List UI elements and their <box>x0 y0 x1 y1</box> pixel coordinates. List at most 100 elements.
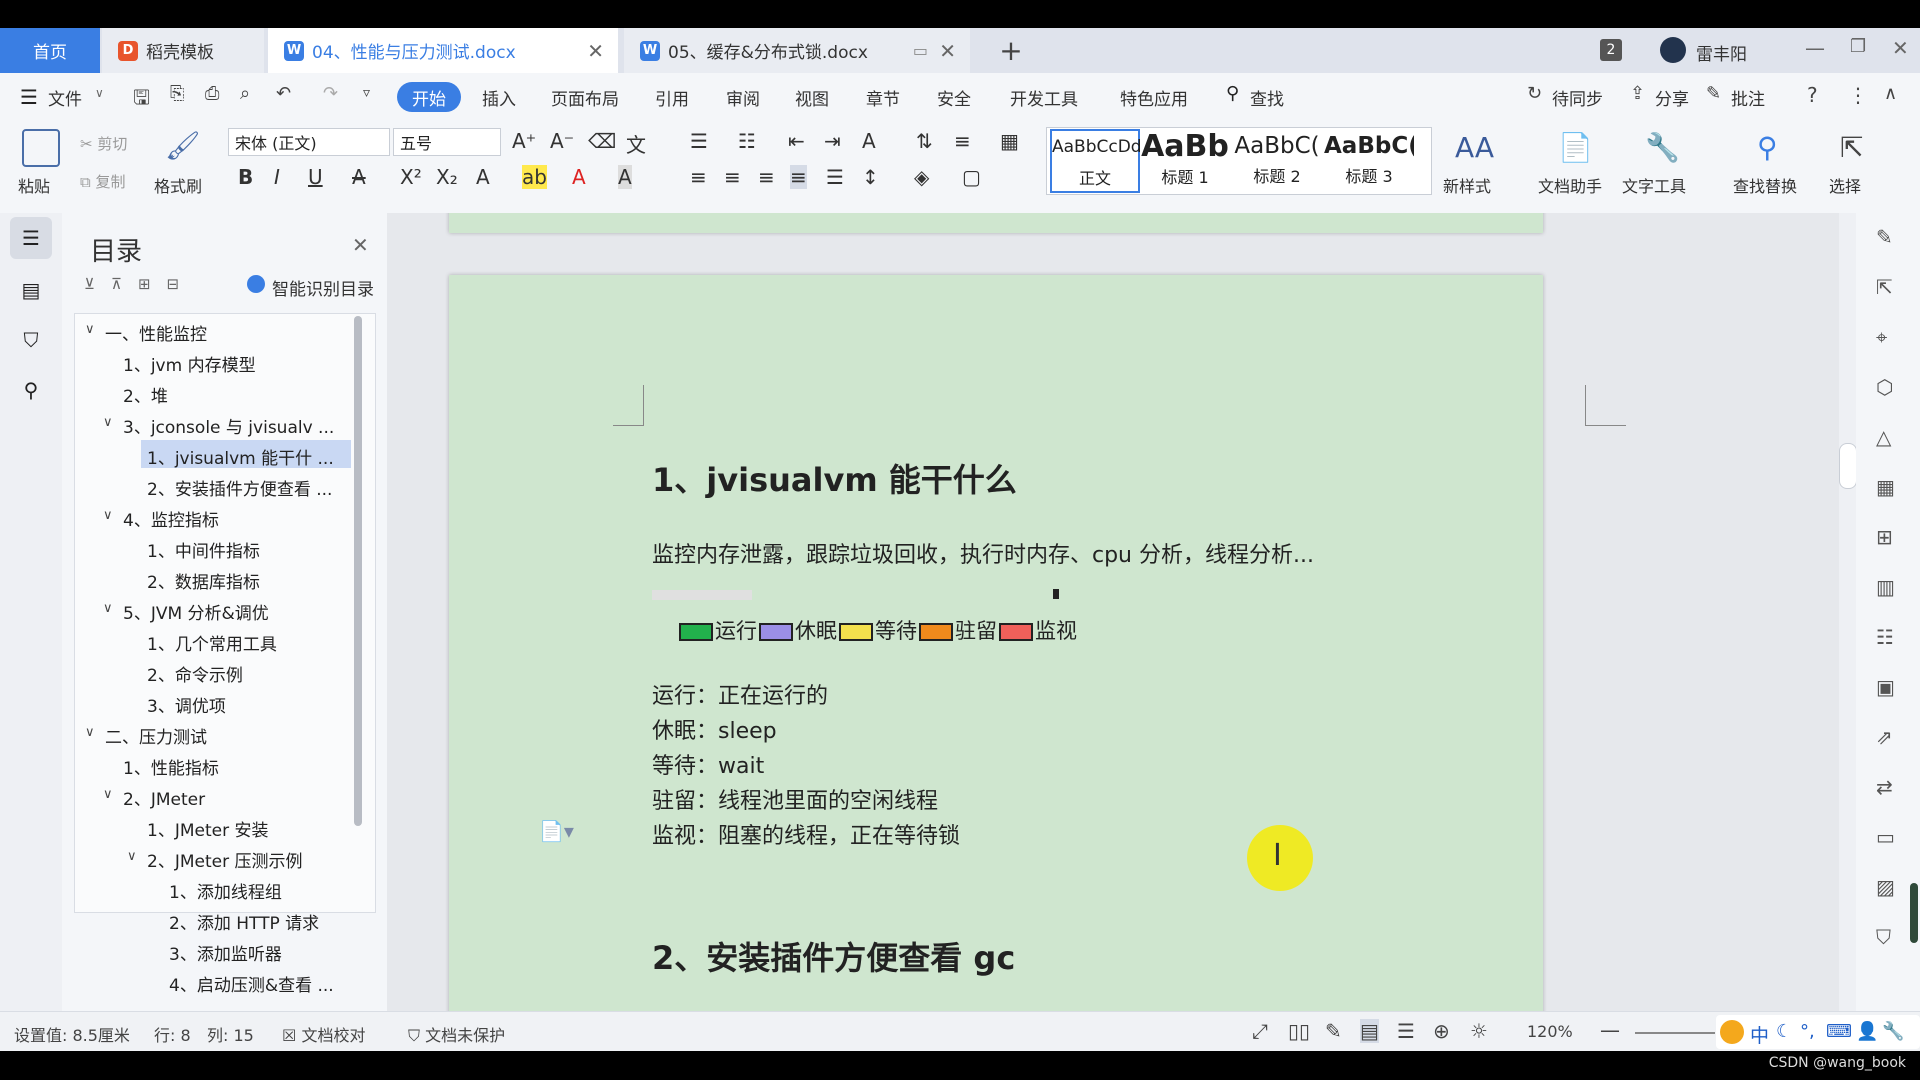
decrease-indent-icon[interactable]: ⇤ <box>788 129 805 153</box>
superscript-icon[interactable]: X² <box>400 165 422 189</box>
fullscreen-icon[interactable]: ⤢ <box>1252 1019 1268 1043</box>
pointer-icon[interactable]: ⇱ <box>1876 275 1893 299</box>
menu-file[interactable]: 文件 <box>48 85 82 110</box>
line-spacing-icon[interactable]: ↕ <box>862 165 879 189</box>
share-button[interactable]: 分享 <box>1655 85 1689 110</box>
menu-features[interactable]: 特色应用 <box>1120 85 1188 110</box>
window-close-icon[interactable]: ✕ <box>1892 36 1909 60</box>
grow-font-icon[interactable]: A⁺ <box>512 129 536 153</box>
comment-button[interactable]: 批注 <box>1731 85 1765 110</box>
find-replace-icon[interactable]: ⚲ <box>1757 131 1778 164</box>
moon-icon[interactable]: ☾ <box>1776 1021 1792 1042</box>
smart-toc-button[interactable]: 智能识别目录 <box>272 275 374 300</box>
tab-doc-cache[interactable]: W 05、缓存&分布式锁.docx ▭ ✕ <box>624 28 970 73</box>
underline-icon[interactable]: U <box>308 165 323 189</box>
select-button[interactable]: 选择 <box>1829 173 1861 197</box>
toc-item[interactable]: 二、压力测试 <box>105 723 207 748</box>
collapse-ribbon-icon[interactable]: ∧ <box>1884 83 1897 104</box>
restore-icon[interactable]: ❐ <box>1850 36 1866 57</box>
save-icon[interactable]: 🖫 <box>133 83 150 117</box>
comment-icon[interactable]: ✎ <box>1706 83 1721 104</box>
new-style-button[interactable]: 新样式 <box>1443 173 1491 197</box>
select-cursor-icon[interactable]: ⇱ <box>1840 131 1863 164</box>
minimize-icon[interactable]: — <box>1805 36 1825 60</box>
font-color-icon[interactable]: A <box>572 165 586 189</box>
shield-icon[interactable]: ⛉ <box>1876 925 1891 949</box>
export-icon[interactable]: ⎘ <box>170 83 184 104</box>
format-painter-button[interactable]: 格式刷 <box>154 173 202 197</box>
toc-item[interactable]: 一、性能监控 <box>105 320 207 345</box>
bookmark-icon[interactable]: ⛉ <box>10 319 52 361</box>
close-icon[interactable]: ✕ <box>939 39 956 63</box>
triangle-icon[interactable]: △ <box>1876 425 1891 449</box>
menu-home[interactable]: 开始 <box>397 82 461 112</box>
style-normal[interactable]: AaBbCcDd 正文 <box>1050 129 1142 193</box>
copy-button[interactable]: ⧉ 复制 <box>80 171 126 192</box>
page-view-icon[interactable]: ▤ <box>1360 1019 1379 1043</box>
shading-icon[interactable]: ◈ <box>914 165 929 189</box>
text-effect-icon[interactable]: A <box>476 165 490 189</box>
toc-item[interactable]: 1、几个常用工具 <box>147 630 277 655</box>
toc-close-icon[interactable]: ✕ <box>352 233 369 257</box>
toc-item[interactable]: 1、中间件指标 <box>147 537 260 562</box>
menu-security[interactable]: 安全 <box>937 85 971 110</box>
text-direction-icon[interactable]: A <box>862 129 876 153</box>
table-border-icon[interactable]: ▦ <box>1000 129 1019 153</box>
doc-assistant-icon[interactable]: 📄 <box>1558 131 1593 164</box>
toc-scrollbar[interactable] <box>354 316 362 826</box>
toc-item[interactable]: 4、启动压测&查看 ... <box>169 971 334 996</box>
toc-item[interactable]: 3、jconsole 与 jvisualv ... <box>123 413 334 438</box>
zoom-slider[interactable] <box>1635 1032 1715 1034</box>
doc-assistant-button[interactable]: 文档助手 <box>1538 173 1602 197</box>
tab-template[interactable]: D 稻壳模板 <box>102 28 264 73</box>
translate-icon[interactable]: ⇄ <box>1876 775 1893 799</box>
style-heading-1[interactable]: AaBb 标题 1 <box>1140 129 1230 189</box>
toc-item[interactable]: 2、安装插件方便查看 ... <box>147 475 332 500</box>
bold-icon[interactable]: B <box>238 165 253 189</box>
chevron-down-icon[interactable]: ∨ <box>103 415 113 430</box>
monitor-icon[interactable]: ▭ <box>913 41 928 60</box>
shrink-font-icon[interactable]: A⁻ <box>550 129 574 153</box>
chevron-down-icon[interactable]: ∨ <box>103 508 113 523</box>
chevron-down-icon[interactable]: ∨ <box>127 849 137 864</box>
window-count-badge[interactable]: 2 <box>1600 39 1622 61</box>
chevron-down-icon[interactable]: ∨ <box>103 787 113 802</box>
increase-indent-icon[interactable]: ⇥ <box>824 129 841 153</box>
page-thumbnail-icon[interactable]: ▤ <box>10 269 52 311</box>
table-icon[interactable]: ▦ <box>1876 475 1895 499</box>
para-spacing-icon[interactable]: ≡ <box>954 129 971 153</box>
vertical-scrollbar[interactable] <box>1839 213 1857 1011</box>
highlight-icon[interactable]: ab <box>522 165 547 189</box>
toc-item[interactable]: 4、监控指标 <box>123 506 219 531</box>
settings-sliders-icon[interactable]: ☷ <box>1876 625 1894 649</box>
italic-icon[interactable]: I <box>274 165 280 189</box>
clear-format-icon[interactable]: ⌫ <box>588 129 616 153</box>
read-mode-icon[interactable]: ▯▯ <box>1288 1019 1310 1043</box>
chevron-down-icon[interactable]: ∨ <box>103 601 113 616</box>
text-tools-button[interactable]: 文字工具 <box>1622 173 1686 197</box>
toc-item[interactable]: 2、JMeter <box>123 785 205 810</box>
pen-icon[interactable]: ✎ <box>1876 225 1893 249</box>
side-handle[interactable] <box>1910 883 1918 943</box>
more-icon[interactable]: ⋮ <box>1848 83 1868 107</box>
shapes-icon[interactable]: ⬡ <box>1876 375 1893 399</box>
numbered-list-icon[interactable]: ☷ <box>738 129 756 153</box>
menu-developer[interactable]: 开发工具 <box>1010 85 1078 110</box>
menu-references[interactable]: 引用 <box>655 85 689 110</box>
archive-icon[interactable]: ▭ <box>1876 825 1895 849</box>
toc-item[interactable]: 2、数据库指标 <box>147 568 260 593</box>
paste-icon[interactable] <box>22 129 60 167</box>
menu-chapter[interactable]: 章节 <box>866 85 900 110</box>
protect-button[interactable]: ⛉ 文档未保护 <box>408 1022 505 1046</box>
align-center-icon[interactable]: ≡ <box>724 165 741 189</box>
toc-item[interactable]: 2、堆 <box>123 382 168 407</box>
chevron-down-icon[interactable]: ∨ <box>85 322 95 337</box>
edit-mode-icon[interactable]: ✎ <box>1325 1019 1342 1043</box>
distribute-icon[interactable]: ☰ <box>826 165 844 189</box>
keyboard-icon[interactable]: ⌨ <box>1826 1021 1852 1042</box>
avatar[interactable] <box>1660 37 1686 63</box>
toc-item[interactable]: 5、JVM 分析&调优 <box>123 599 269 624</box>
subscript-icon[interactable]: X₂ <box>436 165 458 189</box>
eye-protect-icon[interactable]: ☼ <box>1470 1019 1488 1043</box>
punctuation-icon[interactable]: °, <box>1800 1021 1815 1042</box>
